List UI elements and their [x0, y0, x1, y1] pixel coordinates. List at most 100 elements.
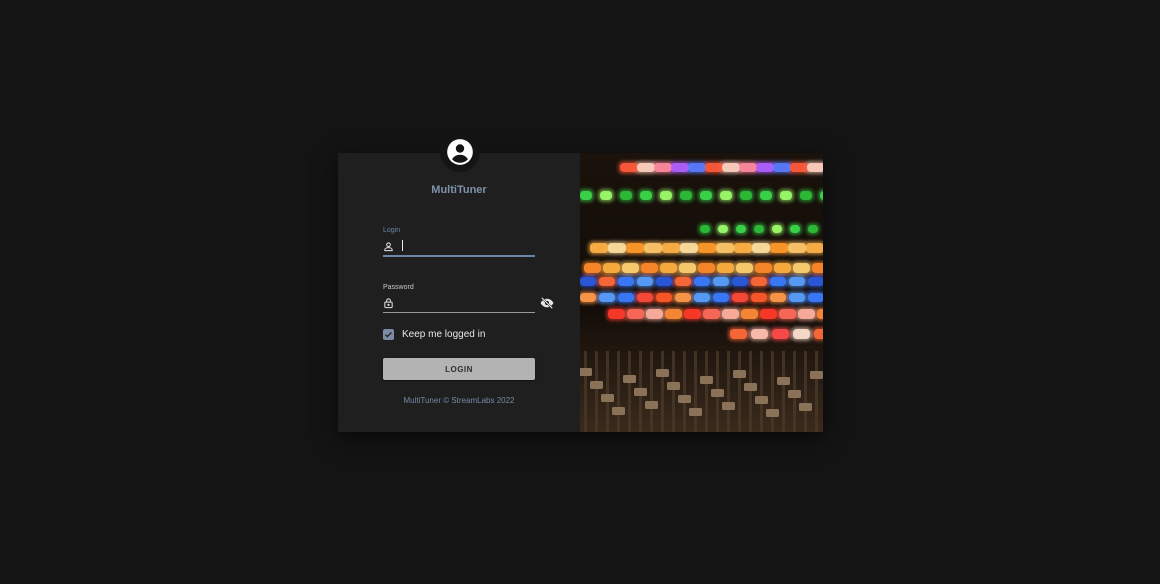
console-light: [736, 263, 753, 273]
console-light: [584, 263, 601, 273]
console-light: [770, 277, 786, 286]
fader-knob: [744, 383, 757, 391]
fader-knob: [711, 389, 724, 397]
password-field[interactable]: Password: [383, 284, 554, 313]
console-light: [703, 309, 720, 319]
console-light: [675, 293, 691, 302]
fader-track: [749, 351, 752, 432]
login-button[interactable]: LOGIN: [383, 358, 535, 380]
console-light: [608, 309, 625, 319]
remember-me[interactable]: Keep me logged in: [383, 329, 485, 340]
console-light: [700, 191, 712, 200]
console-light: [599, 277, 615, 286]
fader-knob: [656, 369, 669, 377]
console-light: [734, 243, 752, 253]
fader-track: [760, 351, 763, 432]
console-light: [637, 293, 653, 302]
login-form-panel: MultiTuner Login Password Keep me logged…: [338, 132, 580, 432]
console-light: [720, 191, 732, 200]
console-light: [772, 329, 789, 339]
password-input-row[interactable]: [383, 294, 554, 313]
console-light: [793, 263, 810, 273]
fader-knob: [788, 390, 801, 398]
fader-knob: [722, 402, 735, 410]
console-light: [590, 243, 608, 253]
console-light: [793, 329, 810, 339]
console-light: [770, 293, 786, 302]
console-light: [722, 309, 739, 319]
console-light: [760, 191, 772, 200]
console-light: [755, 263, 772, 273]
console-light: [679, 263, 696, 273]
console-light: [814, 329, 823, 339]
console-light: [644, 243, 662, 253]
console-light: [751, 329, 768, 339]
console-light: [694, 293, 710, 302]
console-light: [716, 243, 734, 253]
console-light: [736, 225, 746, 233]
console-light: [656, 277, 672, 286]
fader-track: [738, 351, 741, 432]
console-light: [808, 225, 818, 233]
console-light: [760, 309, 777, 319]
fader-knob: [580, 368, 592, 376]
console-light: [580, 293, 596, 302]
console-light: [817, 309, 823, 319]
login-field[interactable]: Login: [383, 227, 540, 257]
console-light: [779, 309, 796, 319]
console-light: [807, 163, 823, 172]
remember-label: Keep me logged in: [402, 329, 486, 340]
check-icon: [385, 331, 392, 338]
console-light: [684, 309, 701, 319]
console-light: [770, 243, 788, 253]
console-light: [790, 225, 800, 233]
fader-track: [584, 351, 587, 432]
console-light: [599, 293, 615, 302]
console-light: [660, 191, 672, 200]
fader-track: [782, 351, 785, 432]
console-light: [751, 293, 767, 302]
console-light: [646, 309, 663, 319]
console-light: [798, 309, 815, 319]
console-light: [790, 163, 808, 172]
fader-knob: [612, 407, 625, 415]
fader-track: [595, 351, 598, 432]
console-light: [700, 225, 710, 233]
fader-track: [628, 351, 631, 432]
console-light: [688, 163, 706, 172]
console-light: [741, 309, 758, 319]
console-light: [660, 263, 677, 273]
fader-knob: [799, 403, 812, 411]
fader-knob: [623, 375, 636, 383]
console-light: [618, 293, 634, 302]
console-light: [751, 277, 767, 286]
fader-track: [771, 351, 774, 432]
fader-track: [650, 351, 653, 432]
remember-checkbox[interactable]: [383, 329, 394, 340]
password-input[interactable]: [398, 295, 540, 311]
console-light: [618, 277, 634, 286]
console-light: [680, 243, 698, 253]
app-title: MultiTuner: [431, 184, 487, 196]
fader-knob: [590, 381, 603, 389]
console-light: [713, 277, 729, 286]
console-light: [788, 243, 806, 253]
lock-icon: [383, 296, 394, 310]
console-light: [730, 329, 747, 339]
console-light: [789, 277, 805, 286]
console-light: [603, 263, 620, 273]
console-light: [774, 263, 791, 273]
password-label: Password: [383, 284, 414, 291]
console-light: [600, 191, 612, 200]
console-light: [580, 191, 592, 200]
fader-knob: [667, 382, 680, 390]
eye-off-icon[interactable]: [540, 296, 554, 310]
console-light: [694, 277, 710, 286]
console-light: [808, 277, 823, 286]
console-light: [622, 263, 639, 273]
fader-knob: [634, 388, 647, 396]
fader-track: [705, 351, 708, 432]
console-light: [705, 163, 723, 172]
login-input[interactable]: [398, 238, 540, 254]
login-input-row[interactable]: [383, 237, 540, 257]
